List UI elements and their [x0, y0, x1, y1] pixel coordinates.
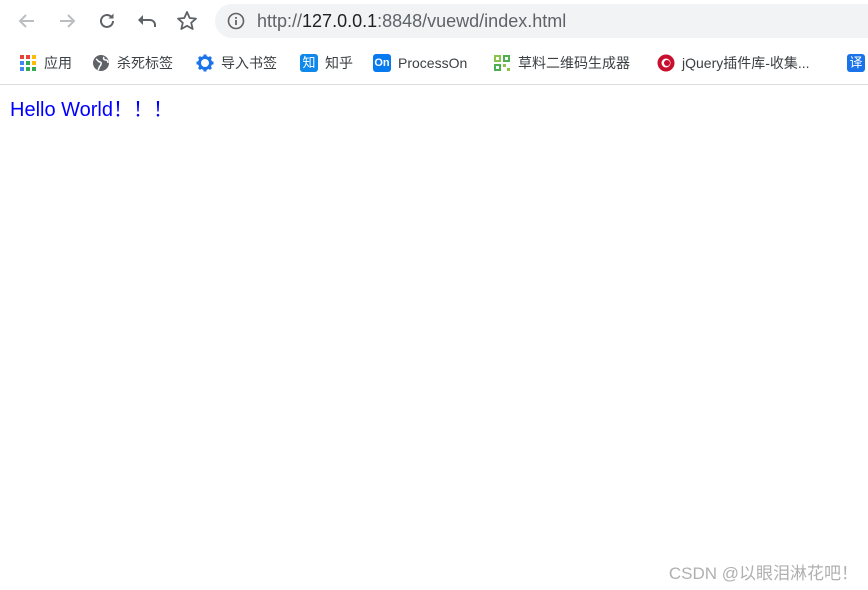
apps-grid-icon	[20, 55, 36, 71]
bookmark-label: ProcessOn	[398, 55, 468, 71]
bookmark-label: 草料二维码生成器	[518, 55, 630, 71]
processon-icon: On	[373, 54, 391, 72]
zhihu-icon: 知	[300, 54, 318, 72]
bookmark-import[interactable]: 导入书签	[196, 52, 277, 74]
forward-button[interactable]	[52, 6, 82, 36]
bookmark-apps[interactable]: 应用	[19, 52, 72, 74]
browser-toolbar: http://127.0.0.1:8848/vuewd/index.html	[0, 0, 868, 42]
reload-button[interactable]	[92, 6, 122, 36]
translate-icon: 译	[847, 54, 865, 72]
bookmark-label: jQuery插件库-收集...	[682, 55, 810, 71]
undo-button[interactable]	[132, 6, 162, 36]
url-text[interactable]: http://127.0.0.1:8848/vuewd/index.html	[257, 10, 566, 32]
back-button[interactable]	[12, 6, 42, 36]
bookmark-kill-tabs[interactable]: 杀死标签	[92, 52, 173, 74]
url-host: 127.0.0.1	[302, 11, 378, 31]
bookmark-label: 杀死标签	[117, 55, 173, 71]
hello-text: Hello World！！！	[10, 99, 173, 121]
bookmark-star-button[interactable]	[172, 6, 202, 36]
bookmark-processon[interactable]: On ProcessOn	[373, 52, 467, 74]
bookmark-label: 应用	[44, 55, 72, 71]
processon-icon-glyph: On	[374, 57, 390, 69]
bookmark-jquery[interactable]: jQuery插件库-收集...	[657, 52, 810, 74]
zhihu-icon-glyph: 知	[302, 55, 316, 70]
bookmarks-bar: 应用 杀死标签 导入书签 知 知乎 On ProcessOn 草料二维码生成器 …	[0, 42, 868, 85]
address-bar[interactable]: http://127.0.0.1:8848/vuewd/index.html	[215, 4, 868, 38]
translate-icon-glyph: 译	[849, 55, 863, 70]
info-icon[interactable]	[227, 12, 245, 30]
bookmark-qrcode[interactable]: 草料二维码生成器	[493, 52, 630, 74]
star-icon	[177, 11, 197, 30]
bookmark-translate[interactable]: 译	[847, 52, 868, 74]
bookmark-label: 导入书签	[221, 55, 277, 71]
bookmark-label: 知乎	[325, 55, 353, 71]
back-arrow-icon	[18, 14, 34, 28]
jquery-icon	[657, 54, 675, 72]
csdn-watermark: CSDN @以眼泪淋花吧！	[668, 564, 858, 583]
url-prefix: http://	[257, 11, 303, 31]
page-content: Hello World！！！ CSDN @以眼泪淋花吧！	[0, 85, 868, 590]
forward-arrow-icon	[60, 14, 76, 28]
gear-icon	[196, 54, 214, 72]
undo-icon	[138, 15, 156, 27]
reload-icon	[100, 13, 114, 28]
globe-icon	[93, 55, 109, 71]
qrcode-icon	[494, 55, 510, 71]
url-rest: :8848/vuewd/index.html	[377, 11, 567, 31]
bookmark-zhihu[interactable]: 知 知乎	[300, 52, 353, 74]
